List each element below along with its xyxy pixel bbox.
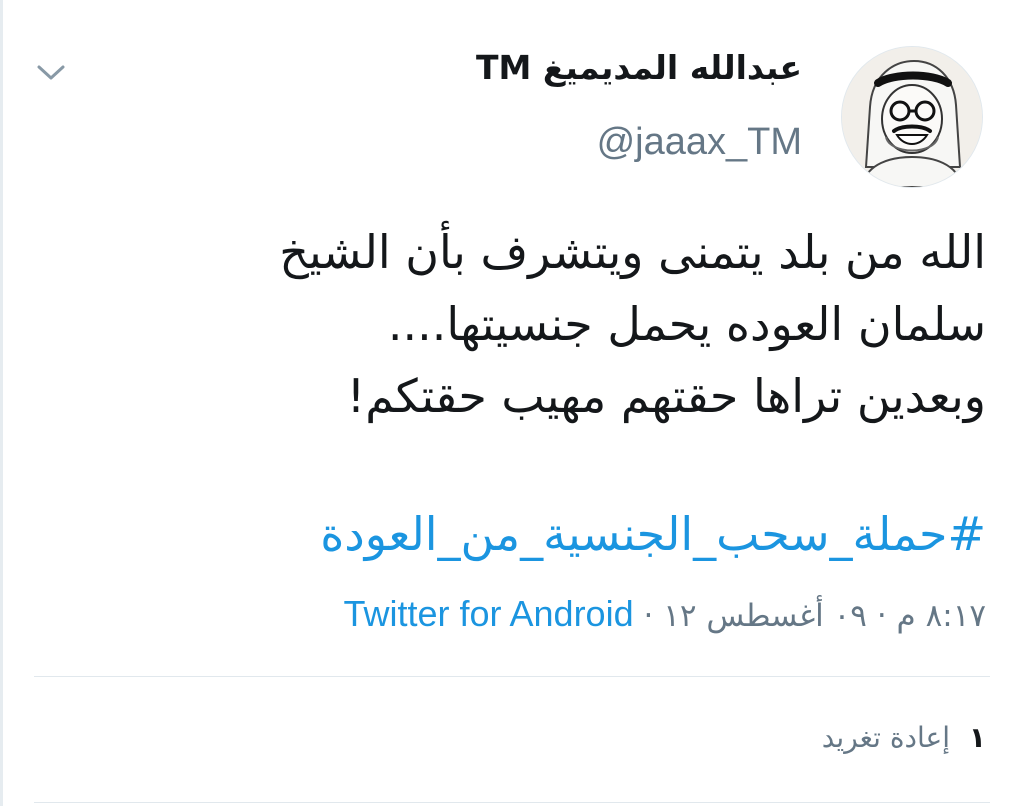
- tweet-meta: ٨:١٧ م · ٠٩ أغسطس ١٢ · Twitter for Andro…: [46, 588, 986, 642]
- author-info: عبدالله المديميغ TM @jaaax_TM: [242, 40, 802, 170]
- hashtag-link[interactable]: #حملة_سحب_الجنسية_من_العودة: [46, 498, 986, 570]
- tweet-text-line: سلمان العوده يحمل جنسيتها....: [387, 297, 986, 351]
- chevron-down-icon[interactable]: [30, 52, 72, 94]
- meta-separator: ·: [643, 598, 654, 634]
- meta-separator: ·: [876, 598, 887, 634]
- retweet-count: ١: [968, 721, 986, 754]
- retweet-stat[interactable]: ١ إعادة تغريد: [46, 714, 986, 762]
- divider: [34, 676, 990, 677]
- tweet-date: ٠٩ أغسطس ١٢: [663, 598, 867, 634]
- tweet-text-line: الله من بلد يتمنى ويتشرف بأن الشيخ: [279, 225, 986, 279]
- tweet-text-line: وبعدين تراها حقتهم مهيب حقتكم!: [346, 369, 986, 423]
- left-border: [0, 0, 3, 806]
- tweet-text: الله من بلد يتمنى ويتشرف بأن الشيخ سلمان…: [46, 216, 986, 432]
- avatar[interactable]: [841, 46, 983, 188]
- tweet-source-link[interactable]: Twitter for Android: [343, 593, 633, 634]
- retweet-label: إعادة تغريد: [821, 721, 950, 754]
- author-handle[interactable]: @jaaax_TM: [242, 114, 802, 170]
- author-display-name[interactable]: عبدالله المديميغ TM: [242, 40, 802, 96]
- tweet-time: ٨:١٧ م: [896, 598, 986, 634]
- divider: [34, 802, 990, 803]
